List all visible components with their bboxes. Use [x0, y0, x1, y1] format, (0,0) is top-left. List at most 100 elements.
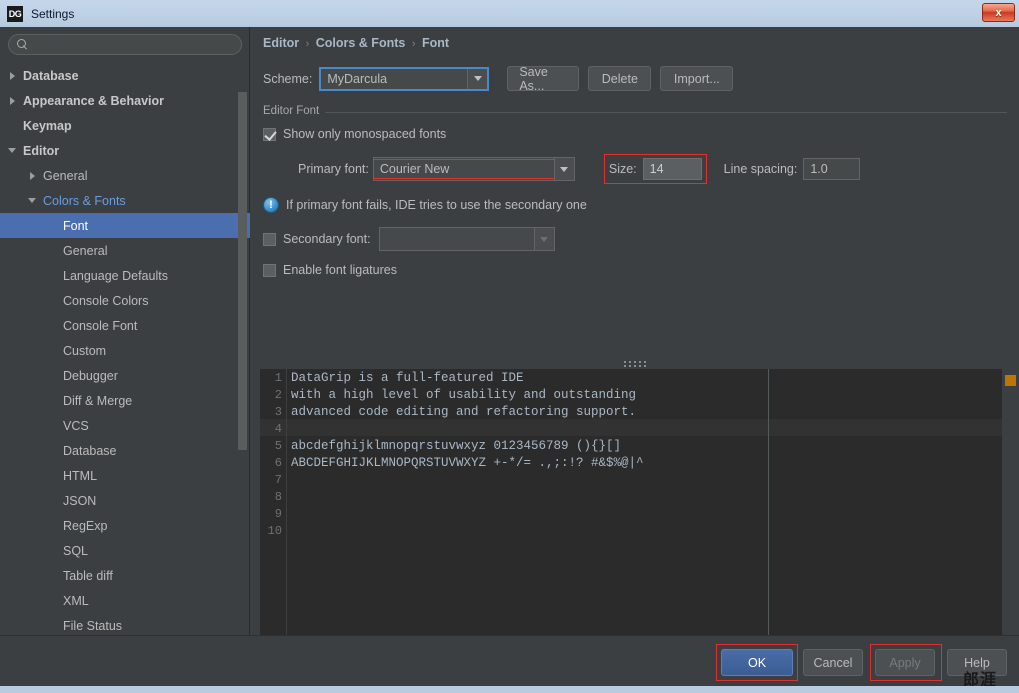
sidebar-item-colors-fonts[interactable]: Colors & Fonts	[0, 188, 250, 213]
font-size-value: 14	[649, 162, 664, 176]
sidebar-item-label: Console Font	[63, 318, 138, 333]
search-icon	[17, 39, 28, 50]
sidebar-item-custom[interactable]: Custom	[0, 338, 250, 363]
primary-font-value: Courier New	[372, 159, 555, 179]
tree-spacer-icon	[8, 120, 19, 131]
tree-spacer-icon	[48, 370, 59, 381]
desktop-taskbar-strip	[0, 686, 1019, 693]
close-icon[interactable]: x	[982, 3, 1015, 22]
sidebar-item-database[interactable]: Database	[0, 438, 250, 463]
settings-tree: Database Appearance & Behavior Keymap Edito…	[0, 63, 250, 635]
settings-sidebar: Database Appearance & Behavior Keymap Edito…	[0, 27, 250, 635]
sidebar-item-xml[interactable]: XML	[0, 588, 250, 613]
chevron-right-icon[interactable]	[28, 170, 39, 181]
preview-splitter[interactable]	[251, 358, 1019, 369]
tree-spacer-icon	[48, 495, 59, 506]
show-monospaced-row[interactable]: Show only monospaced fonts	[263, 127, 1007, 141]
chevron-down-icon[interactable]	[553, 158, 574, 180]
line-number: 9	[274, 506, 282, 521]
chevron-right-icon[interactable]	[8, 95, 19, 106]
preview-scrollbar[interactable]	[1002, 369, 1019, 646]
ok-button[interactable]: OK	[721, 649, 793, 676]
line-number: 3	[274, 404, 282, 419]
sidebar-item-diff-merge[interactable]: Diff & Merge	[0, 388, 250, 413]
primary-font-combobox[interactable]: Courier New	[372, 157, 575, 181]
sidebar-item-file-status[interactable]: File Status	[0, 613, 250, 635]
sidebar-item-label: JSON	[63, 493, 97, 508]
sidebar-item-table-diff[interactable]: Table diff	[0, 563, 250, 588]
sidebar-item-label: General	[63, 243, 108, 258]
tree-spacer-icon	[48, 345, 59, 356]
chevron-down-icon[interactable]	[533, 228, 554, 250]
breadcrumb-part-colors-fonts[interactable]: Colors & Fonts	[316, 36, 406, 50]
sidebar-item-html[interactable]: HTML	[0, 463, 250, 488]
sidebar-item-label: Console Colors	[63, 293, 149, 308]
line-number: 2	[274, 387, 282, 402]
preview-code-line: 8	[260, 488, 1019, 505]
sidebar-item-console-font[interactable]: Console Font	[0, 313, 250, 338]
sidebar-item-debugger[interactable]: Debugger	[0, 363, 250, 388]
line-spacing-input[interactable]: 1.0	[803, 158, 861, 180]
sidebar-item-console-colors[interactable]: Console Colors	[0, 288, 250, 313]
tree-spacer-icon	[48, 445, 59, 456]
secondary-font-combobox[interactable]	[378, 227, 555, 251]
chevron-down-icon[interactable]	[8, 145, 19, 156]
chevron-right-icon[interactable]	[8, 70, 19, 81]
sidebar-item-general[interactable]: General	[0, 238, 250, 263]
breadcrumb-part-editor[interactable]: Editor	[263, 36, 299, 50]
tree-scrollbar-thumb[interactable]	[238, 92, 247, 450]
sidebar-item-appearance-behavior[interactable]: Appearance & Behavior	[0, 88, 250, 113]
sidebar-item-json[interactable]: JSON	[0, 488, 250, 513]
font-size-field-group: Size: 14	[603, 154, 707, 184]
breadcrumb: Editor › Colors & Fonts › Font	[263, 36, 449, 50]
search-input[interactable]	[33, 37, 241, 52]
splitter-grip-icon	[624, 360, 646, 367]
sidebar-item-vcs[interactable]: VCS	[0, 413, 250, 438]
apply-button[interactable]: Apply	[875, 649, 935, 676]
import-button[interactable]: Import...	[660, 66, 734, 91]
line-number: 1	[274, 370, 282, 385]
sidebar-item-label: Keymap	[23, 118, 72, 133]
sidebar-item-editor[interactable]: Editor	[0, 138, 250, 163]
tree-spacer-icon	[48, 595, 59, 606]
sidebar-item-keymap[interactable]: Keymap	[0, 113, 250, 138]
delete-button[interactable]: Delete	[588, 66, 652, 91]
sidebar-item-label: Language Defaults	[63, 268, 168, 283]
sidebar-item-general[interactable]: General	[0, 163, 250, 188]
error-stripe-marker[interactable]	[1005, 375, 1016, 386]
line-text: abcdefghijklmnopqrstuvwxyz 0123456789 ()…	[291, 438, 622, 453]
font-size-input[interactable]: 14	[642, 158, 702, 180]
preview-code-line: 9	[260, 505, 1019, 522]
tree-spacer-icon	[48, 220, 59, 231]
group-divider	[325, 112, 1007, 113]
search-box[interactable]	[8, 34, 242, 55]
secondary-font-checkbox[interactable]	[263, 232, 276, 246]
tree-spacer-icon	[48, 245, 59, 256]
font-preview-editor[interactable]: 1 DataGrip is a full-featured IDE 2 with a …	[260, 369, 1019, 646]
save-as-button[interactable]: Save As...	[507, 65, 580, 93]
show-monospaced-label: Show only monospaced fonts	[283, 127, 447, 141]
sidebar-item-label: Font	[63, 218, 89, 233]
line-number: 5	[274, 438, 282, 453]
tree-spacer-icon	[48, 620, 59, 631]
ligatures-row[interactable]: Enable font ligatures	[263, 263, 1007, 277]
editor-font-group-title: Editor Font	[263, 105, 326, 117]
sidebar-item-language-defaults[interactable]: Language Defaults	[0, 263, 250, 288]
line-text: ABCDEFGHIJKLMNOPQRSTUVWXYZ +-*/= .,;:!? …	[291, 455, 644, 470]
sidebar-item-label: HTML	[63, 468, 98, 483]
ligatures-checkbox[interactable]	[263, 263, 276, 277]
show-monospaced-checkbox[interactable]	[263, 127, 276, 141]
editor-font-group: Editor Font Show only monospaced fonts P…	[263, 105, 1007, 277]
tree-spacer-icon	[48, 545, 59, 556]
chevron-down-icon[interactable]	[28, 195, 39, 206]
breadcrumb-part-font: Font	[421, 36, 450, 50]
sidebar-item-font[interactable]: Font	[0, 213, 250, 238]
sidebar-item-regexp[interactable]: RegExp	[0, 513, 250, 538]
chevron-down-icon[interactable]	[467, 68, 488, 89]
tree-spacer-icon	[48, 520, 59, 531]
scheme-combobox[interactable]: MyDarcula	[319, 66, 490, 91]
sidebar-item-sql[interactable]: SQL	[0, 538, 250, 563]
cancel-button[interactable]: Cancel	[803, 649, 863, 676]
tree-spacer-icon	[48, 470, 59, 481]
sidebar-item-database[interactable]: Database	[0, 63, 250, 88]
